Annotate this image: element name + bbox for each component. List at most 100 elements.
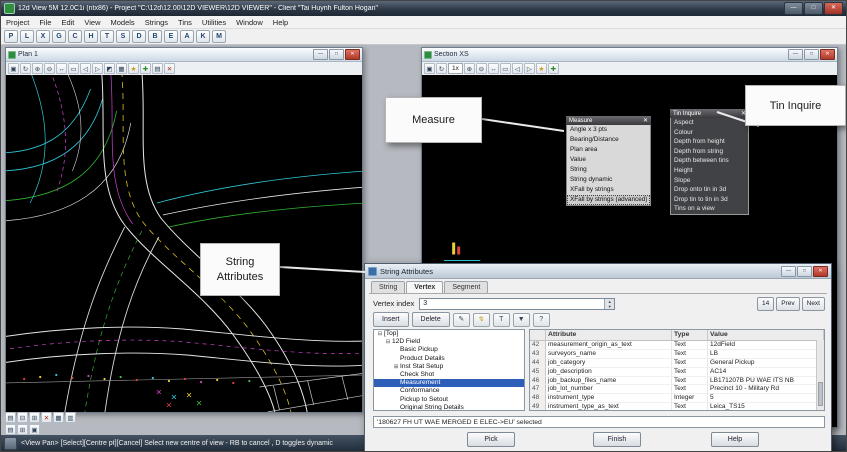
tree-item-measurement-selected[interactable]: Measurement [374, 379, 524, 388]
zoom-in-icon[interactable]: ⊕ [463, 63, 475, 74]
layers-icon[interactable]: ▤ [152, 63, 163, 74]
table-row[interactable]: 44 job_category Text General Pickup [530, 358, 824, 368]
spinner-down-icon[interactable]: ▼ [605, 303, 615, 309]
view-menu-icon[interactable]: ▣ [8, 63, 19, 74]
tab-string[interactable]: String [371, 281, 406, 293]
table-row[interactable]: 46 job_backup_files_name Text LB171207B PU … [530, 376, 824, 386]
exaggeration-select[interactable]: 1x [448, 63, 463, 74]
tree-item[interactable]: ⊞ Inst Stat Setup [374, 363, 524, 371]
menu-file[interactable]: File [34, 18, 56, 27]
maximize-button[interactable]: □ [329, 49, 344, 60]
tin-inquire-menu-titlebar[interactable]: Tin Inquire ✕ [670, 109, 749, 118]
refresh-icon[interactable]: ↻ [20, 63, 31, 74]
previous-view-icon[interactable]: ◁ [80, 63, 91, 74]
remove-model-icon[interactable]: ✕ [164, 63, 175, 74]
previous-view-icon[interactable]: ◁ [511, 63, 523, 74]
next-view-icon[interactable]: ▷ [92, 63, 103, 74]
toolbar-button-k[interactable]: K [196, 30, 210, 43]
zoom-out-icon[interactable]: ⊖ [44, 63, 55, 74]
menu-item-tins-on-a-view[interactable]: Tins on a view [671, 204, 748, 214]
menu-item-drop-tin-to-tin-in-3d[interactable]: Drop tin to tin in 3d [671, 195, 748, 205]
tree-item[interactable]: ⊟ 12D Field [374, 338, 524, 346]
menu-item-plan-area[interactable]: Plan area [567, 145, 650, 155]
view-menu-icon[interactable]: ▣ [29, 424, 40, 435]
window-menu-icon[interactable] [424, 50, 432, 59]
delete-button[interactable]: Delete [411, 312, 450, 327]
menu-edit[interactable]: Edit [56, 18, 79, 27]
tree-item[interactable]: ⊟ [Top] [374, 330, 524, 338]
next-vertex-button[interactable]: Next [801, 296, 825, 311]
table-row[interactable]: 43 surveyors_name Text LB [530, 349, 824, 359]
toolbar-button-x[interactable]: X [36, 30, 50, 43]
edit-icon[interactable]: ✎ [452, 312, 470, 327]
toolbar-button-h[interactable]: H [84, 30, 98, 43]
toolbar-button-d[interactable]: D [132, 30, 146, 43]
toolbar-button-s[interactable]: S [116, 30, 130, 43]
table-row[interactable]: 42 measurement_origin_as_text Text 12dField [530, 341, 824, 350]
header-value[interactable]: Value [708, 330, 824, 340]
pick-button[interactable]: Pick [467, 432, 515, 447]
zoom-window-icon[interactable]: ▭ [499, 63, 511, 74]
shade-view-icon[interactable]: ◩ [104, 63, 115, 74]
header-type[interactable]: Type [672, 330, 708, 340]
selected-string-field[interactable]: '180627 FH UT WAE MERGED E ELEC->EU' sel… [373, 416, 825, 428]
pan-icon[interactable]: ↔ [56, 63, 67, 74]
tree-item[interactable]: Pickup to Setout [374, 396, 524, 404]
toolbar-button-t[interactable]: T [100, 30, 114, 43]
tree-item[interactable]: Check Shot [374, 371, 524, 379]
sort-icon[interactable]: ▼ [512, 312, 530, 327]
toolbar-button-p[interactable]: P [4, 30, 18, 43]
minimize-button[interactable]: — [784, 2, 803, 15]
favourites-icon[interactable]: ★ [128, 63, 139, 74]
table-scrollbar[interactable] [816, 340, 824, 410]
header-attribute[interactable]: Attribute [546, 330, 672, 340]
menu-item-depth-from-string[interactable]: Depth from string [671, 147, 748, 157]
minimize-button[interactable]: — [313, 49, 328, 60]
menu-item-aspect[interactable]: Aspect [671, 118, 748, 128]
table-row[interactable]: 47 job_lot_number Text Precinct 10 - Milita… [530, 385, 824, 395]
minimize-button[interactable]: — [788, 49, 803, 60]
menu-item-string-dynamic[interactable]: String dynamic [567, 175, 650, 185]
pan-icon[interactable]: ↔ [487, 63, 499, 74]
toolbar-button-b[interactable]: B [148, 30, 162, 43]
help-icon[interactable]: ? [532, 312, 550, 327]
toolbar-button-m[interactable]: M [212, 30, 226, 43]
menu-project[interactable]: Project [1, 18, 34, 27]
menu-item-height[interactable]: Height [671, 166, 748, 176]
menu-item-angle-x-3-pts[interactable]: Angle x 3 pts [567, 125, 650, 135]
status-bar-icon[interactable] [4, 436, 17, 450]
table-row[interactable]: 49 instrument_type_as_text Text Leica_TS15 [530, 403, 824, 410]
close-icon[interactable]: ✕ [643, 117, 648, 124]
menu-item-depth-from-height[interactable]: Depth from height [671, 137, 748, 147]
prev-vertex-button[interactable]: Prev [776, 296, 800, 311]
add-model-icon[interactable]: ✚ [547, 63, 559, 74]
menu-strings[interactable]: Strings [140, 18, 173, 27]
tab-vertex[interactable]: Vertex [406, 281, 444, 293]
menu-view[interactable]: View [79, 18, 105, 27]
collapse-icon[interactable]: ⊟ [17, 412, 28, 423]
favourites-icon[interactable]: ★ [535, 63, 547, 74]
measure-menu-titlebar[interactable]: Measure ✕ [566, 116, 651, 125]
close-icon[interactable]: ✕ [41, 412, 52, 423]
tree-item[interactable]: Product Details [374, 355, 524, 363]
menu-window[interactable]: Window [231, 18, 268, 27]
maximize-button[interactable]: □ [797, 265, 812, 277]
close-icon[interactable]: ✕ [345, 49, 360, 60]
section-window-titlebar[interactable]: Section XS — □ ✕ [422, 48, 837, 62]
refresh-icon[interactable]: ↻ [436, 63, 447, 74]
title-bar[interactable]: 12d View 5M 12.0C1i (ntx86) - Project "C… [1, 1, 846, 16]
menu-item-slope[interactable]: Slope [671, 176, 748, 186]
panel-icon[interactable]: ▤ [5, 424, 16, 435]
scrollbar-thumb[interactable] [818, 382, 823, 406]
menu-item-string[interactable]: String [567, 165, 650, 175]
insert-button[interactable]: Insert [373, 312, 409, 327]
close-button[interactable]: ✕ [824, 2, 843, 15]
add-model-icon[interactable]: ✚ [140, 63, 151, 74]
table-row[interactable]: 45 job_description Text AC14 [530, 367, 824, 377]
expand-icon[interactable]: ⊞ [29, 412, 40, 423]
collapse-icon[interactable]: ⊟ [384, 338, 392, 346]
toolbar-button-e[interactable]: E [164, 30, 178, 43]
plan-window-titlebar[interactable]: Plan 1 — □ ✕ [6, 48, 362, 62]
tree-item[interactable]: Basic Pickup [374, 346, 524, 354]
toolbar-button-l[interactable]: L [20, 30, 34, 43]
